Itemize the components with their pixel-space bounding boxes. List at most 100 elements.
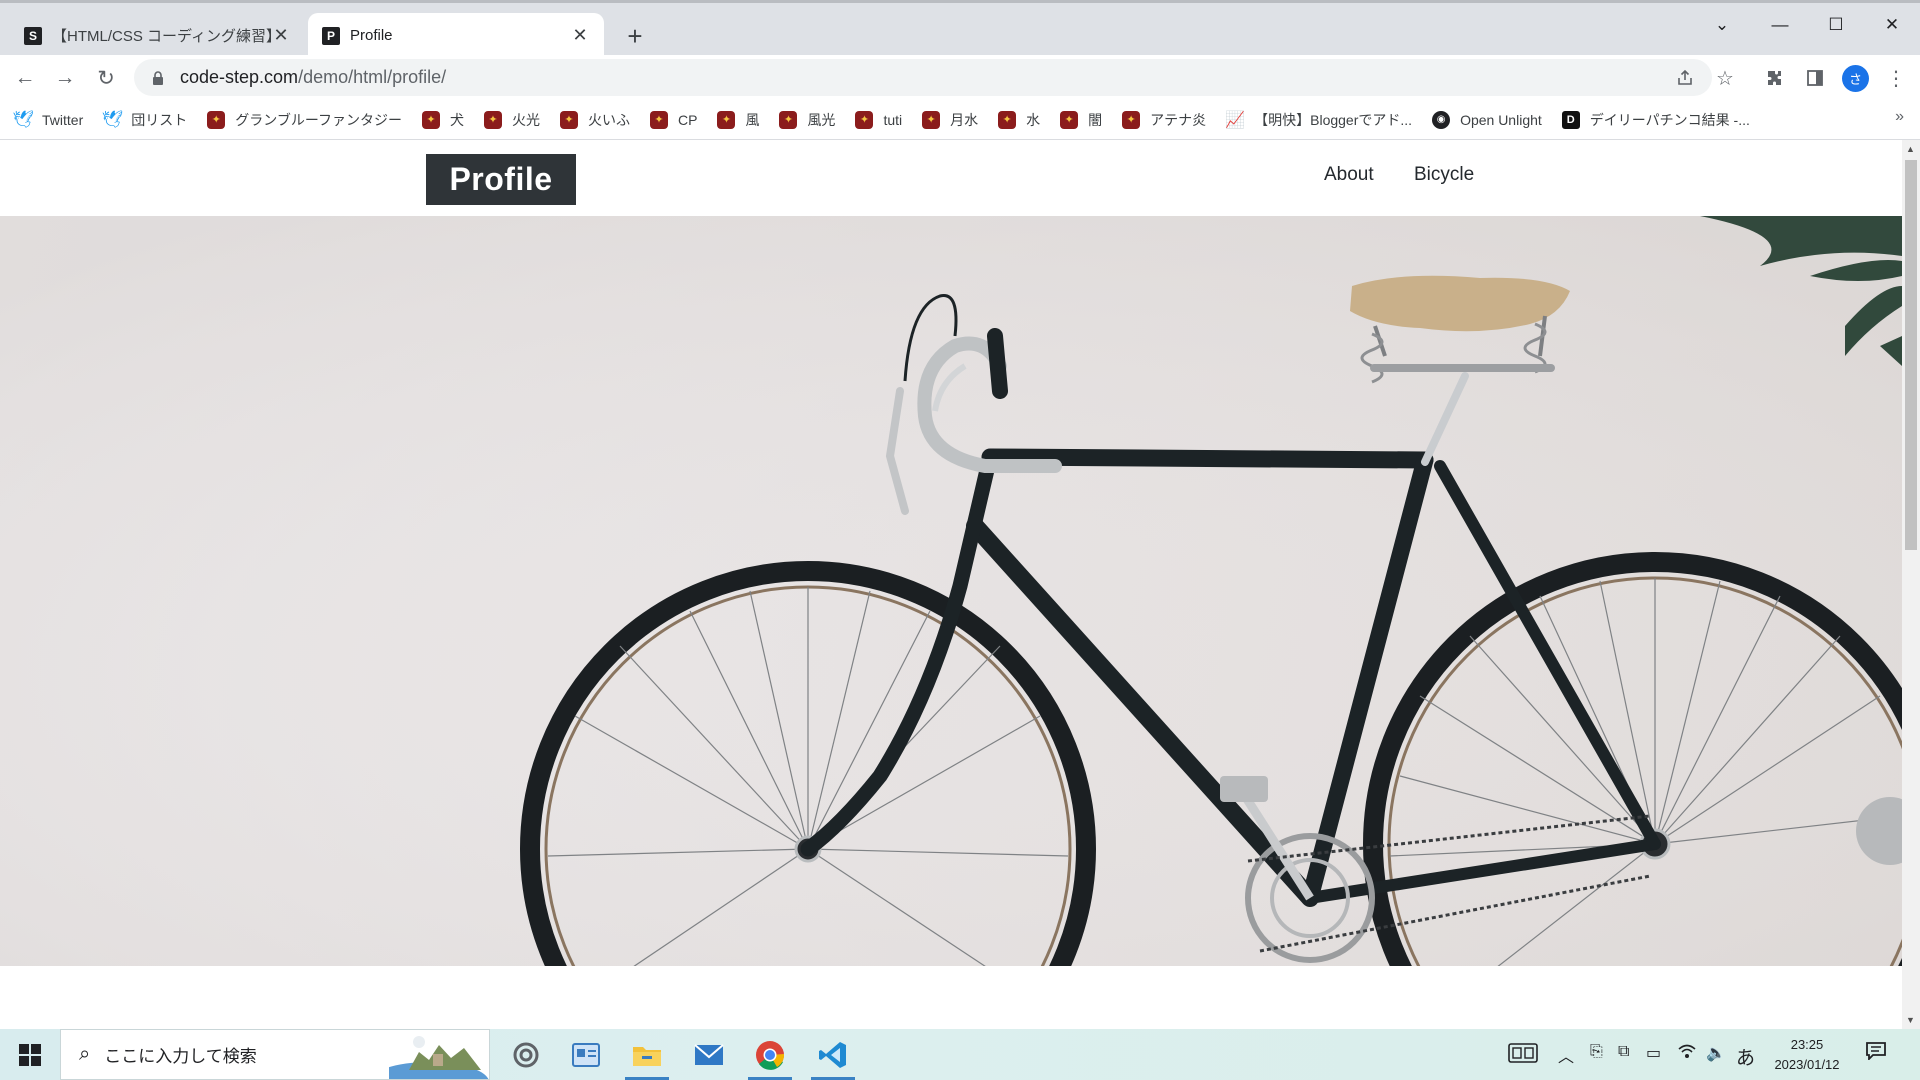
- side-panel-icon[interactable]: [1798, 61, 1832, 95]
- bookmark-label: CP: [677, 111, 698, 128]
- start-button[interactable]: [0, 1029, 60, 1080]
- close-tab-icon[interactable]: ✕: [570, 25, 590, 46]
- menu-kebab-icon[interactable]: ⋮: [1879, 61, 1913, 95]
- bookmark-item[interactable]: 🕊 Twitter: [12, 109, 83, 129]
- gbf-icon: ✦: [1060, 110, 1079, 129]
- device-icon[interactable]: ⧉: [1618, 1043, 1629, 1061]
- chevron-right-icon[interactable]: »: [1895, 108, 1904, 126]
- back-button[interactable]: ←: [7, 60, 43, 96]
- vscode-icon: [819, 1041, 846, 1068]
- bookmark-item[interactable]: ✦ 風光: [779, 110, 835, 130]
- bookmark-item[interactable]: ✦ 風: [717, 110, 759, 130]
- bookmark-item[interactable]: ✦ 火いふ: [559, 110, 630, 130]
- search-highlight-scenery: [389, 1030, 489, 1079]
- gbf-icon: ✦: [421, 110, 440, 129]
- url-text[interactable]: code-step.com/demo/html/profile/: [180, 67, 446, 88]
- bookmark-item[interactable]: ✦ グランブルーファンタジー: [207, 110, 402, 130]
- scrollbar-thumb[interactable]: [1905, 160, 1917, 550]
- nav-link-bicycle[interactable]: Bicycle: [1414, 164, 1474, 186]
- url-path: /demo/html/profile/: [298, 67, 447, 87]
- bookmark-label: デイリーパチンコ結果 -...: [1589, 111, 1750, 128]
- notification-icon[interactable]: [1866, 1042, 1886, 1066]
- bookmark-label: 火いふ: [587, 111, 630, 128]
- gbf-icon: ✦: [559, 110, 578, 129]
- bookmark-item[interactable]: 📈 【明快】Bloggerでアド...: [1225, 110, 1413, 130]
- share-icon[interactable]: [1668, 61, 1702, 95]
- bookmark-label: tuti: [883, 111, 903, 128]
- folder-icon: [633, 1046, 661, 1066]
- page-viewport: Profile About Bicycle: [0, 140, 1902, 1029]
- gbf-icon: ✦: [483, 110, 502, 129]
- scroll-up-arrow-icon[interactable]: ▲: [1906, 144, 1915, 154]
- bookmark-item[interactable]: 🕊 団リスト: [101, 109, 187, 130]
- minimize-button[interactable]: —: [1752, 6, 1808, 44]
- battery-icon[interactable]: ▭: [1646, 1043, 1661, 1063]
- bookmark-label: 闇: [1088, 111, 1103, 128]
- taskbar-app-chrome[interactable]: [740, 1029, 800, 1080]
- taskbar-clock[interactable]: 23:25 2023/01/12: [1762, 1035, 1852, 1075]
- bookmark-item[interactable]: ✦ 犬: [421, 110, 464, 130]
- tab-html-css-practice[interactable]: S 【HTML/CSS コーディング練習】入門 ✕: [10, 13, 305, 58]
- tab-search-icon[interactable]: ⌄: [1694, 6, 1750, 44]
- gbf-icon: ✦: [779, 110, 798, 129]
- window-app-icon: [572, 1042, 600, 1067]
- search-icon: ⌕: [79, 1043, 91, 1065]
- forward-button[interactable]: →: [47, 60, 83, 96]
- gbf-icon: ✦: [1122, 110, 1141, 129]
- bookmark-item[interactable]: ✦ アテナ炎: [1122, 110, 1206, 130]
- tab-profile[interactable]: P Profile ✕: [308, 13, 604, 58]
- lock-icon[interactable]: [148, 68, 168, 88]
- taskbar-app-control-panel[interactable]: [556, 1029, 616, 1080]
- tab-strip: S 【HTML/CSS コーディング練習】入門 ✕ P Profile ✕ + …: [0, 0, 1920, 58]
- taskbar-search-placeholder: ここに入力して検索: [104, 1047, 257, 1066]
- bookmark-item[interactable]: ✦ tuti: [855, 110, 903, 129]
- bookmark-item[interactable]: ✦ 闇: [1060, 110, 1102, 130]
- extensions-icon[interactable]: [1758, 61, 1792, 95]
- new-tab-button[interactable]: +: [620, 21, 650, 51]
- taskbar-app-mail[interactable]: [679, 1029, 739, 1080]
- close-tab-icon[interactable]: ✕: [271, 25, 291, 46]
- hero-image: [0, 216, 1902, 966]
- profile-avatar[interactable]: さ: [1842, 65, 1869, 92]
- bookmark-item[interactable]: ✦ CP: [649, 110, 698, 129]
- taskbar-app-file-explorer[interactable]: [617, 1029, 677, 1080]
- twitter-icon: 🕊: [12, 109, 34, 129]
- taskbar-search-box[interactable]: ⌕ ここに入力して検索: [60, 1029, 490, 1080]
- gbf-icon: ✦: [855, 110, 874, 129]
- bicycle-illustration: [0, 216, 1902, 966]
- scroll-down-arrow-icon[interactable]: ▼: [1906, 1015, 1915, 1025]
- close-window-button[interactable]: ✕: [1864, 6, 1920, 44]
- reload-button[interactable]: ↻: [88, 60, 124, 96]
- bookmark-item[interactable]: D デイリーパチンコ結果 -...: [1561, 110, 1750, 130]
- keyboard-layout-icon[interactable]: [1508, 1043, 1538, 1068]
- bookmark-label: 月水: [950, 111, 979, 128]
- profile-favicon: P: [322, 26, 340, 45]
- bookmark-item[interactable]: ✦ 月水: [922, 110, 978, 130]
- chart-icon: 📈: [1225, 111, 1246, 129]
- meet-now-icon[interactable]: ⎘: [1590, 1043, 1603, 1061]
- address-bar[interactable]: code-step.com/demo/html/profile/: [134, 59, 1712, 96]
- taskbar-app-cortana[interactable]: [496, 1029, 556, 1080]
- code-step-favicon: S: [24, 26, 42, 45]
- bookmark-star-icon[interactable]: ☆: [1708, 61, 1742, 95]
- bookmark-item[interactable]: ✦ 水: [998, 110, 1040, 130]
- bookmark-label: 犬: [449, 111, 464, 128]
- ime-indicator[interactable]: あ: [1736, 1043, 1755, 1070]
- page-scrollbar[interactable]: ▲ ▼: [1902, 140, 1920, 1029]
- nav-link-about[interactable]: About: [1324, 164, 1374, 186]
- bookmark-label: アテナ炎: [1150, 111, 1207, 128]
- browser-chrome: S 【HTML/CSS コーディング練習】入門 ✕ P Profile ✕ + …: [0, 0, 1920, 140]
- bookmark-label: 【明快】Bloggerでアド...: [1254, 111, 1413, 128]
- gbf-icon: ✦: [717, 110, 736, 129]
- taskbar-app-vscode[interactable]: [803, 1029, 863, 1080]
- windows-taskbar: ⌕ ここに入力して検索 ︿ ⎘ ⧉ ▭ 🔈 あ 23:25 2023/01/12: [0, 1029, 1920, 1080]
- chevron-up-icon[interactable]: ︿: [1558, 1043, 1574, 1067]
- tab-title: 【HTML/CSS コーディング練習】入門: [52, 28, 271, 45]
- bookmark-item[interactable]: ✦ 火光: [483, 110, 540, 130]
- bookmark-item[interactable]: ◉ Open Unlight: [1432, 110, 1542, 129]
- volume-icon[interactable]: 🔈: [1706, 1043, 1726, 1063]
- site-logo[interactable]: Profile: [426, 154, 576, 205]
- maximize-button[interactable]: ☐: [1808, 6, 1864, 44]
- wifi-icon[interactable]: [1678, 1043, 1696, 1064]
- twitter-icon: 🕊: [101, 109, 124, 129]
